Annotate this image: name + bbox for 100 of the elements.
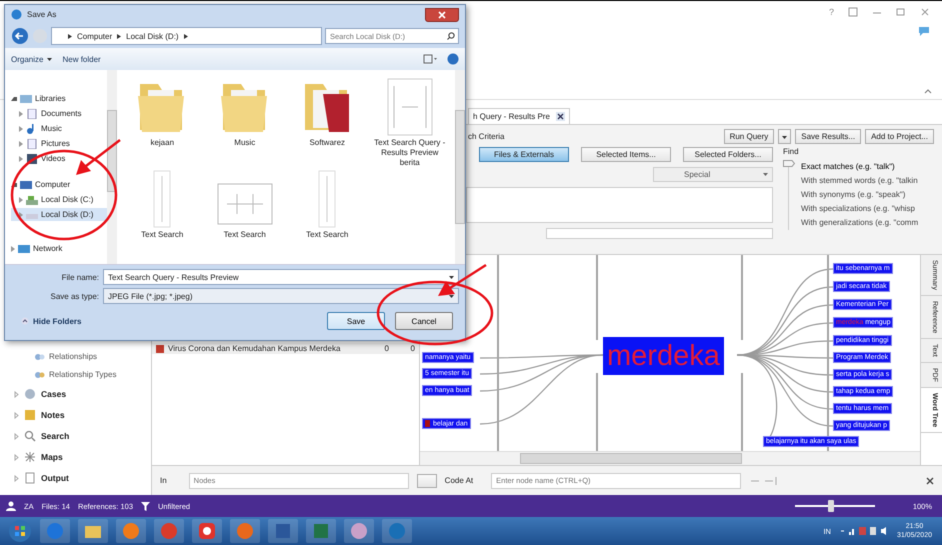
vertical-scrollbar[interactable]	[455, 70, 465, 264]
expand-arrow-icon[interactable]	[14, 454, 19, 460]
dialog-button[interactable]: Save	[327, 312, 385, 330]
library-icon	[20, 94, 32, 104]
slider-thumb[interactable]	[783, 160, 795, 167]
chevron-icon	[184, 34, 188, 38]
speech-bubble-icon[interactable]	[918, 26, 930, 37]
collapse-ribbon-icon[interactable]	[924, 88, 932, 94]
file-name: Music	[233, 138, 256, 148]
find-option[interactable]: With stemmed words (e.g. "talkin	[801, 174, 918, 188]
dialog-button[interactable]: Cancel	[395, 312, 453, 330]
expand-arrow-icon[interactable]	[14, 432, 19, 440]
view-options-icon[interactable]	[423, 54, 437, 64]
new-folder-button[interactable]: New folder	[62, 54, 101, 64]
nav-item[interactable]: Relationship Types	[49, 370, 116, 379]
run-query-button[interactable]: Run Query	[724, 128, 774, 144]
nav-item[interactable]: Relationships	[49, 352, 98, 361]
scope-button[interactable]: Selected Items...	[581, 147, 671, 162]
help-button[interactable]: ?	[828, 6, 834, 16]
dialog-app-icon	[11, 9, 22, 20]
back-button[interactable]	[11, 27, 29, 45]
filter-icon	[141, 502, 150, 510]
expand-arrow-icon[interactable]	[14, 390, 19, 398]
close-icon[interactable]	[556, 112, 565, 121]
paint-icon	[349, 521, 369, 541]
find-option[interactable]: With specializations (e.g. "whisp	[801, 202, 918, 216]
folder-tree-item[interactable]: Documents	[11, 107, 107, 120]
table-cell-text: 0	[410, 344, 415, 353]
camera-icon	[197, 521, 217, 541]
nav-section[interactable]: Output	[41, 473, 69, 483]
caret-icon	[47, 58, 52, 60]
save-results-button[interactable]: Save Results...	[795, 128, 862, 144]
horizontal-scrollbar[interactable]	[420, 451, 920, 465]
hide-folders-button[interactable]: Hide Folders	[21, 316, 82, 326]
address-bar[interactable]: Computer Local Disk (D:)	[51, 27, 322, 45]
restore-ribbon-icon[interactable]	[848, 6, 858, 16]
search-icon	[447, 32, 455, 40]
add-to-project-button[interactable]: Add to Project...	[865, 128, 934, 144]
app-icon	[387, 521, 407, 541]
caret-icon	[449, 276, 454, 278]
find-label: Find	[783, 147, 800, 156]
scope-button[interactable]: Files & Externals	[479, 147, 569, 162]
nav-section[interactable]: Search	[41, 431, 70, 441]
table-cell[interactable]: Virus Corona dan Kemudahan Kampus Merdeka	[168, 344, 363, 353]
slider-thumb[interactable]	[828, 500, 834, 512]
pointer-arrow	[76, 139, 121, 175]
folder-tree-item[interactable]: Music	[11, 122, 107, 135]
word-icon	[273, 521, 293, 541]
find-option[interactable]: With generalizations (e.g. "comm	[801, 216, 918, 230]
maps-icon	[24, 451, 36, 463]
file-name-field[interactable]: Text Search Query - Results Preview	[103, 269, 459, 285]
scope-button[interactable]: Selected Folders...	[683, 147, 773, 162]
query-tab[interactable]: h Query - Results Pre	[468, 108, 570, 124]
folder-tree-item[interactable]: Pictures	[11, 137, 107, 150]
save-type-dropdown[interactable]: JPEG File (*.jpg; *.jpeg)	[103, 288, 459, 304]
taskbar-app-icon[interactable]	[192, 519, 222, 543]
browse-button[interactable]	[416, 474, 437, 488]
nav-section[interactable]: Maps	[41, 452, 63, 462]
folder-tree-item[interactable]: Videos	[11, 152, 107, 165]
folder-tree-item[interactable]: Computer	[11, 178, 107, 191]
search-icon	[24, 430, 36, 442]
file-name: kejaan	[149, 138, 176, 148]
close-icon[interactable]	[926, 476, 934, 484]
dropdown-button[interactable]	[778, 128, 792, 144]
relationship-types-icon	[34, 370, 45, 380]
caret-icon	[782, 136, 788, 138]
chrome-icon	[159, 521, 179, 541]
special-dropdown[interactable]: Special	[653, 167, 773, 182]
input-field[interactable]	[546, 228, 773, 239]
excel-icon	[311, 521, 331, 541]
tray-icons[interactable]	[838, 526, 889, 536]
file-name: Text Search Query - Results Preview berita	[374, 138, 446, 168]
folder-tree-item[interactable]: Libraries	[11, 92, 107, 105]
taskbar-app-icon[interactable]	[78, 519, 108, 543]
find-option[interactable]: With synonyms (e.g. "speak")	[801, 188, 918, 202]
organize-button[interactable]: Organize	[11, 54, 52, 64]
system-disk-icon	[26, 194, 38, 204]
chevron-icon	[68, 34, 72, 38]
nav-section[interactable]: Cases	[41, 389, 66, 399]
nav-section[interactable]: Notes	[41, 410, 65, 420]
find-option[interactable]: Exact matches (e.g. "talk")	[801, 160, 918, 174]
vertical-scrollbar[interactable]	[107, 70, 117, 264]
search-text-area[interactable]	[466, 187, 773, 223]
file-name: Text Search	[305, 230, 350, 240]
browser-e-icon	[45, 521, 65, 541]
taskbar-app-icon[interactable]	[344, 519, 374, 543]
help-icon[interactable]	[447, 53, 459, 65]
start-button[interactable]	[8, 519, 32, 543]
folder-tree-item[interactable]: Local Disk (C:)	[11, 193, 107, 206]
folder-tree-item[interactable]: Local Disk (D:)	[11, 208, 107, 221]
code-toolbar-icon[interactable]	[749, 476, 780, 486]
file-name: Softwarez	[308, 138, 346, 148]
file-name: Text Search	[222, 230, 267, 240]
output-icon	[24, 472, 36, 484]
dialog-title: Save As	[27, 10, 56, 19]
folder-tree-item[interactable]: Network	[11, 242, 107, 255]
expand-arrow-icon[interactable]	[14, 412, 19, 418]
maximize-icon[interactable]	[896, 6, 906, 16]
close-button[interactable]	[425, 8, 459, 22]
expand-arrow-icon[interactable]	[14, 474, 19, 482]
